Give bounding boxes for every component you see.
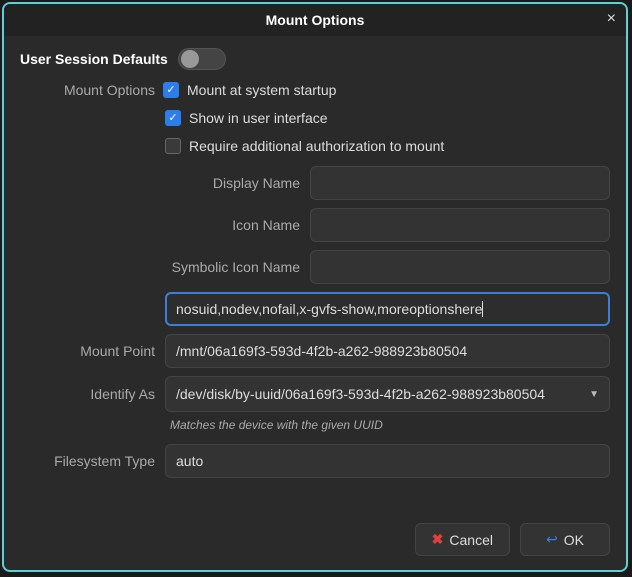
dialog-buttons: ✖ Cancel ↩ OK (4, 517, 626, 570)
cancel-x-icon: ✖ (432, 531, 444, 548)
cancel-label: Cancel (449, 532, 493, 548)
dialog-content: User Session Defaults Mount Options ✓ Mo… (4, 36, 626, 517)
filesystem-type-label: Filesystem Type (20, 453, 155, 469)
check-icon: ✓ (168, 113, 177, 124)
text-cursor-icon (482, 301, 483, 317)
mount-point-input[interactable] (165, 334, 610, 368)
require-auth-row: Require additional authorization to moun… (20, 138, 610, 154)
require-auth-checkbox[interactable] (165, 138, 181, 154)
filesystem-type-input[interactable] (165, 444, 610, 478)
mount-options-input[interactable]: nosuid,nodev,nofail,x-gvfs-show,moreopti… (165, 292, 610, 326)
toggle-knob-icon (181, 50, 199, 68)
show-in-ui-row: ✓ Show in user interface (20, 110, 610, 126)
mount-options-label: Mount Options (20, 82, 155, 98)
identify-as-value: /dev/disk/by-uuid/06a169f3-593d-4f2b-a26… (176, 386, 545, 402)
display-name-row: Display Name (20, 166, 610, 200)
filesystem-type-row: Filesystem Type (20, 444, 610, 478)
display-name-label: Display Name (20, 175, 300, 191)
mount-point-label: Mount Point (20, 343, 155, 359)
user-session-defaults-row: User Session Defaults (20, 48, 610, 70)
symbolic-icon-name-input[interactable] (310, 250, 610, 284)
user-session-defaults-label: User Session Defaults (20, 51, 168, 67)
close-icon[interactable]: × (607, 10, 616, 28)
ok-label: OK (564, 532, 584, 548)
mount-options-text-row: nosuid,nodev,nofail,x-gvfs-show,moreopti… (20, 292, 610, 326)
identify-as-label: Identify As (20, 386, 155, 402)
show-in-ui-checkbox[interactable]: ✓ (165, 110, 181, 126)
titlebar: Mount Options × (4, 4, 626, 36)
identify-as-helper: Matches the device with the given UUID (20, 418, 610, 432)
ok-return-icon: ↩ (546, 531, 558, 548)
show-in-ui-label: Show in user interface (189, 110, 328, 126)
mount-options-dialog: Mount Options × User Session Defaults Mo… (2, 2, 628, 572)
mount-point-row: Mount Point (20, 334, 610, 368)
display-name-input[interactable] (310, 166, 610, 200)
mount-options-row: Mount Options ✓ Mount at system startup (20, 82, 610, 98)
icon-name-row: Icon Name (20, 208, 610, 242)
mount-options-value: nosuid,nodev,nofail,x-gvfs-show,moreopti… (176, 301, 482, 317)
icon-name-label: Icon Name (20, 217, 300, 233)
symbolic-icon-name-row: Symbolic Icon Name (20, 250, 610, 284)
identify-as-select[interactable]: /dev/disk/by-uuid/06a169f3-593d-4f2b-a26… (165, 376, 610, 412)
user-session-defaults-toggle[interactable] (178, 48, 226, 70)
chevron-down-icon: ▼ (589, 389, 599, 400)
identify-as-row: Identify As /dev/disk/by-uuid/06a169f3-5… (20, 376, 610, 412)
icon-name-input[interactable] (310, 208, 610, 242)
check-icon: ✓ (166, 85, 175, 96)
cancel-button[interactable]: ✖ Cancel (415, 523, 510, 556)
require-auth-label: Require additional authorization to moun… (189, 138, 444, 154)
mount-at-startup-checkbox[interactable]: ✓ (163, 82, 179, 98)
symbolic-icon-name-label: Symbolic Icon Name (20, 259, 300, 275)
mount-at-startup-label: Mount at system startup (187, 82, 336, 98)
dialog-title: Mount Options (266, 12, 365, 28)
ok-button[interactable]: ↩ OK (520, 523, 610, 556)
